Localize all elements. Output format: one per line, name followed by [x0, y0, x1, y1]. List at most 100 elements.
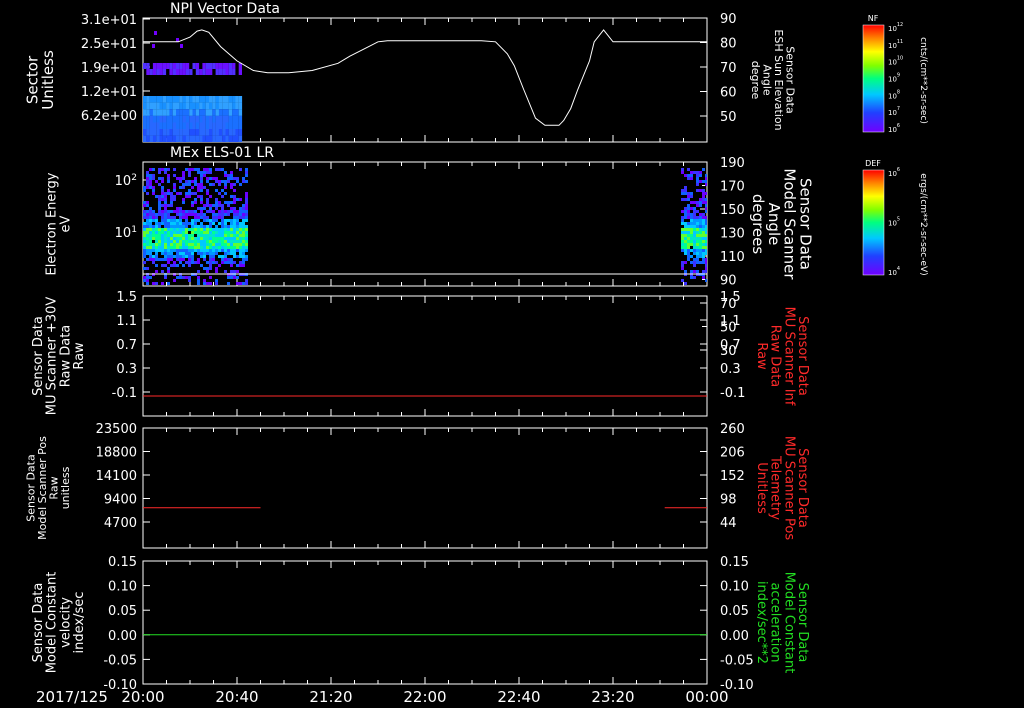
heatmap-cell: [158, 228, 161, 231]
heatmap-cell: [696, 222, 699, 225]
heatmap-cell: [146, 69, 150, 75]
heatmap-cell: [164, 168, 167, 171]
heatmap-cell: [235, 96, 239, 103]
heatmap-cell: [705, 261, 707, 264]
heatmap-cell: [224, 183, 227, 186]
heatmap-cell: [161, 195, 164, 198]
heatmap-cell: [205, 63, 209, 69]
heatmap-cell: [173, 225, 176, 228]
heatmap-cell: [245, 228, 248, 231]
heatmap-cell: [705, 279, 707, 282]
heatmap-cell: [173, 279, 176, 282]
heatmap-cell: [195, 122, 200, 130]
heatmap-cell: [232, 135, 236, 142]
heatmap-cell: [230, 249, 233, 252]
colorbar-units: cnts/(cm**2-sr-sec): [918, 37, 928, 124]
heatmap-cell: [170, 264, 173, 267]
heatmap-cell: [143, 204, 146, 207]
heatmap-cell: [164, 237, 167, 240]
heatmap-cell: [182, 135, 186, 142]
heatmap-cell: [233, 237, 236, 240]
heatmap-cell: [702, 228, 705, 231]
heatmap-cell: [158, 258, 161, 261]
heatmap-cell: [705, 207, 707, 210]
heatmap-cell: [173, 228, 176, 231]
heatmap-cell: [233, 210, 236, 213]
heatmap-cell: [152, 213, 155, 216]
heatmap-cell: [189, 102, 193, 110]
heatmap-cell: [212, 249, 215, 252]
heatmap-cell: [215, 216, 218, 219]
heatmap-cell: [699, 237, 702, 240]
heatmap-cell: [227, 177, 230, 180]
panel-frame: [142, 295, 708, 417]
heatmap-cell: [227, 219, 230, 222]
heatmap-cell: [705, 219, 707, 222]
heatmap-cell: [236, 246, 239, 249]
heatmap-cell: [236, 225, 239, 228]
heatmap-cell: [149, 222, 152, 225]
heatmap-cell: [221, 195, 224, 198]
y-tick-label: 3.1e+01: [81, 13, 137, 28]
heatmap-cell: [173, 243, 176, 246]
heatmap-cell: [164, 240, 167, 243]
heatmap-cell: [227, 240, 230, 243]
heatmap-cell: [233, 243, 236, 246]
heatmap-cell: [212, 122, 216, 130]
heatmap-cell: [185, 102, 190, 110]
heatmap-cell: [143, 189, 146, 192]
heatmap-cell: [164, 246, 167, 249]
heatmap-cell: [218, 168, 221, 171]
heatmap-cell: [149, 96, 153, 103]
heatmap-cell: [149, 240, 152, 243]
heatmap-cell: [156, 135, 160, 142]
heatmap-cell: [696, 201, 699, 204]
heatmap-cell: [195, 69, 200, 75]
heatmap-cell: [194, 237, 197, 240]
heatmap-cell: [205, 96, 210, 103]
heatmap-cell: [149, 102, 153, 110]
heatmap-cell: [176, 96, 180, 103]
heatmap-cell: [152, 282, 155, 285]
heatmap-cell: [690, 177, 693, 180]
heatmap-cell: [179, 240, 182, 243]
heatmap-cell: [197, 168, 200, 171]
heatmap-cell: [155, 225, 158, 228]
heatmap-cell: [185, 276, 188, 279]
heatmap-cell: [227, 261, 230, 264]
heatmap-cell: [699, 222, 702, 225]
heatmap-cell: [179, 216, 182, 219]
heatmap-cell: [209, 255, 212, 258]
heatmap-cell: [218, 115, 223, 123]
heatmap-cell: [239, 228, 242, 231]
heatmap-cell: [182, 63, 186, 69]
heatmap-cell: [224, 243, 227, 246]
heatmap-cell: [221, 258, 224, 261]
heatmap-cell: [185, 69, 190, 75]
heatmap-cell: [239, 243, 242, 246]
heatmap-cell: [191, 222, 194, 225]
heatmap-cell: [172, 69, 176, 75]
heatmap-cell: [185, 246, 188, 249]
heatmap-cell: [149, 246, 152, 249]
heatmap-cell: [684, 222, 687, 225]
heatmap-cell: [143, 225, 146, 228]
heatmap-cell: [176, 122, 180, 130]
heatmap-cell: [202, 129, 206, 136]
heatmap-cell: [156, 109, 160, 116]
right-y-tick-label: 80: [720, 37, 737, 52]
heatmap-cell: [200, 210, 203, 213]
heatmap-cell: [218, 96, 223, 103]
heatmap-cell: [179, 258, 182, 261]
heatmap-cell: [705, 243, 707, 246]
heatmap-cell: [149, 186, 152, 189]
heatmap-cell: [212, 177, 215, 180]
heatmap-cell: [690, 261, 693, 264]
heatmap-cell: [236, 219, 239, 222]
heatmap-cell: [197, 171, 200, 174]
heatmap-cell: [164, 207, 167, 210]
heatmap-cell: [236, 240, 239, 243]
heatmap-cell: [152, 261, 155, 264]
heatmap-cell: [212, 255, 215, 258]
heatmap-cell: [227, 249, 230, 252]
